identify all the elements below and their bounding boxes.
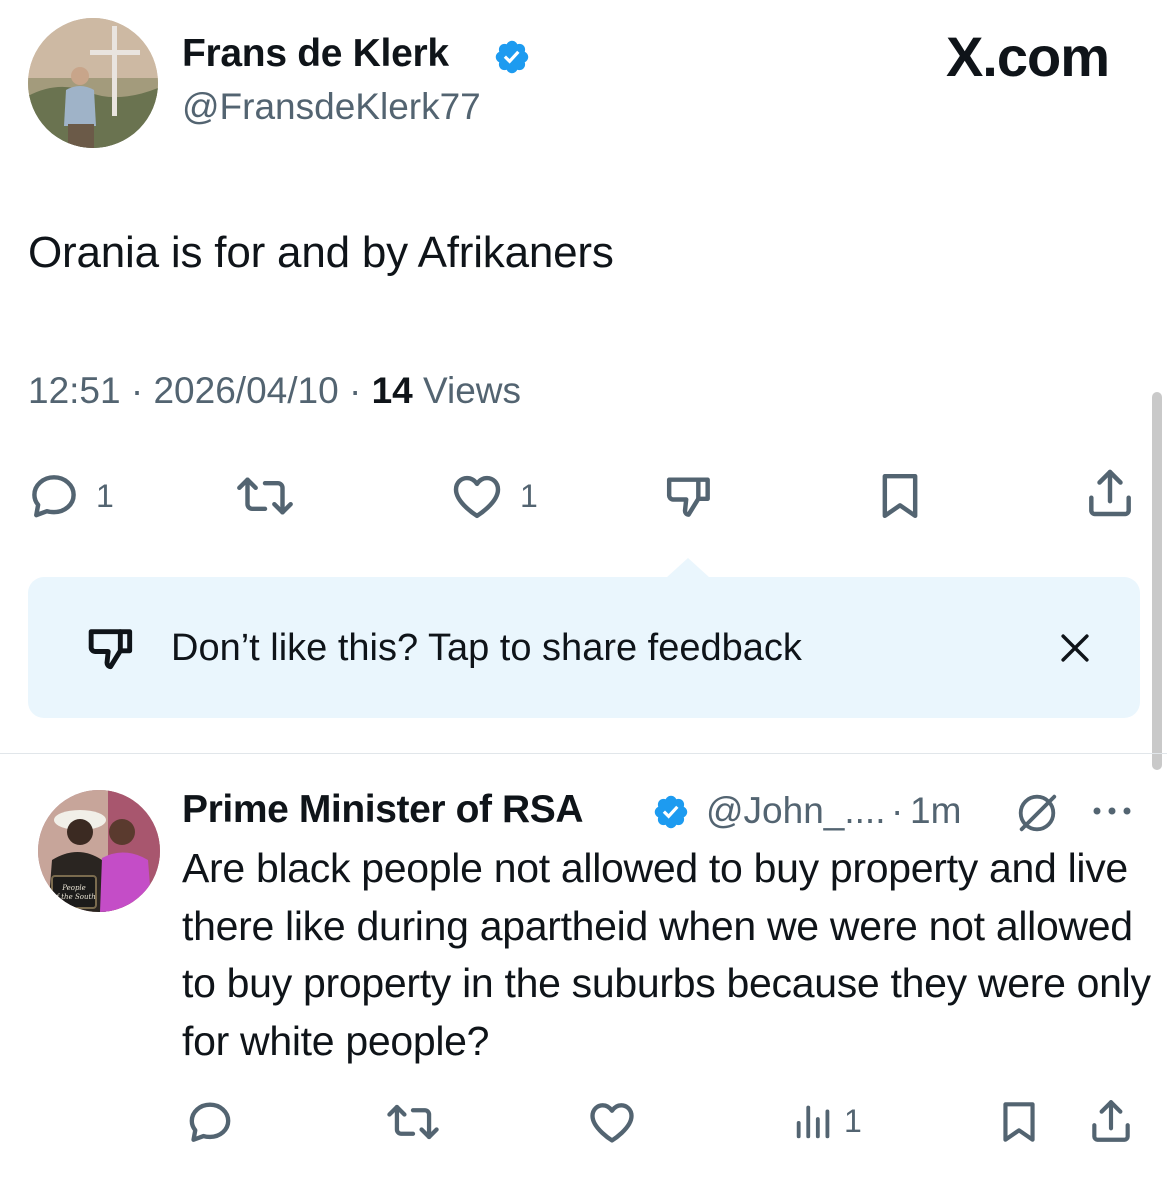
reply-time[interactable]: 1m [910,790,961,832]
share-icon [1092,1100,1130,1142]
avatar-photo [28,18,158,148]
author-handle[interactable]: @FransdeKlerk77 [182,86,481,128]
repost-icon [237,477,293,515]
repost-button[interactable] [232,468,298,524]
heart-icon [453,475,501,519]
repost-icon [387,1104,439,1140]
reply-bookmark-button[interactable] [994,1096,1044,1148]
bookmark-icon [882,473,918,519]
like-button[interactable]: 1 [448,468,538,524]
author-name[interactable]: Frans de Klerk [182,32,449,76]
reply-share-button[interactable] [1086,1094,1136,1148]
reply-author-name[interactable]: Prime Minister of RSA [182,788,584,832]
tweet-time[interactable]: 12:51 [28,370,121,411]
reply-reply-button[interactable] [184,1096,236,1148]
thumbs-down-icon [88,629,133,670]
close-icon[interactable] [1056,629,1094,667]
speech-bubble-icon [32,475,76,518]
reply-button[interactable]: 1 [26,468,114,524]
reply-views-count: 1 [844,1102,862,1139]
share-icon [1089,469,1131,517]
reply-repost-button[interactable] [383,1096,443,1148]
bookmark-icon [1003,1102,1035,1142]
share-button[interactable] [1082,464,1138,522]
meta-separator: · [891,790,904,831]
author-avatar[interactable] [28,18,158,148]
speech-bubble-icon [189,1102,231,1142]
reply-views-button[interactable]: 1 [792,1098,862,1144]
reply-text: Are black people not allowed to buy prop… [182,845,1151,1064]
reply-author-avatar[interactable]: People of the South [38,790,160,912]
dislike-button[interactable] [660,468,718,524]
reply-like-button[interactable] [585,1096,639,1148]
meta-separator: · [348,370,362,411]
views-count: 14 [371,370,413,411]
meta-separator: · [130,370,144,411]
views-label: Views [423,370,522,411]
analytics-bars-icon [796,1105,830,1139]
bookmark-button[interactable] [872,468,928,524]
avatar-photo: People of the South [38,790,160,912]
banner-pointer [666,558,710,578]
scrollbar[interactable] [1152,392,1162,770]
heart-icon [590,1103,634,1143]
tweet-text: Orania is for and by Afrikaners [28,228,614,277]
thumbs-down-icon [666,477,710,517]
feedback-banner[interactable]: Don’t like this? Tap to share feedback [28,577,1140,718]
reply-author-handle[interactable]: @John_.... [706,790,886,832]
grok-icon[interactable] [1012,790,1062,836]
avatar-caption: People [61,884,86,892]
more-dots-icon[interactable] [1090,804,1134,818]
like-count: 1 [520,477,538,514]
reply-count: 1 [96,477,114,514]
verified-badge-icon [495,40,529,74]
feedback-text: Don’t like this? Tap to share feedback [171,627,802,669]
divider [0,753,1167,754]
tweet-date[interactable]: 2026/04/10 [153,370,338,411]
svg-text:of the South: of the South [52,893,96,901]
verified-badge-icon [654,795,688,829]
brand-logo: X.com [945,25,1110,88]
tweet-meta: 12:51 · 2026/04/10 · 14 Views [28,370,521,412]
